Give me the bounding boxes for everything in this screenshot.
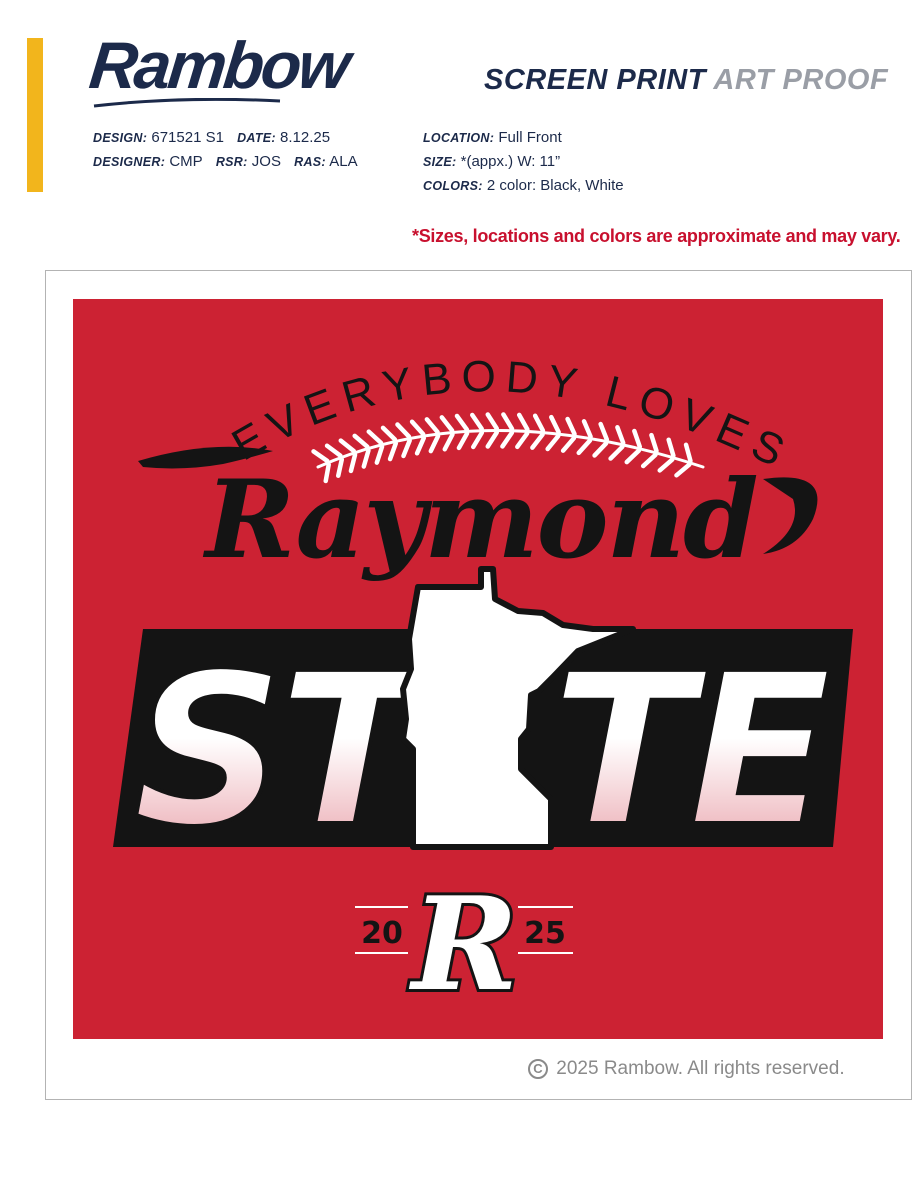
stitch-mark	[470, 412, 484, 431]
stitch-mark	[442, 432, 455, 452]
stitch-mark	[581, 419, 593, 439]
disclaimer-text: *Sizes, locations and colors are approxi…	[412, 226, 901, 246]
stitch-mark	[500, 430, 515, 449]
monogram-r: R	[409, 870, 518, 1020]
stitch-mark	[501, 412, 515, 431]
copyright-icon: C	[528, 1059, 548, 1079]
script-raymond: Raymond	[202, 457, 757, 583]
stitch-mark	[485, 412, 499, 431]
stitch-mark	[516, 412, 530, 432]
year-left: 20	[361, 916, 403, 951]
stitch-mark	[454, 413, 470, 432]
script-tail	[763, 477, 818, 554]
colors-value: 2 color: Black, White	[486, 177, 624, 194]
stitch-mark	[401, 438, 412, 459]
rambow-logo: Rambow	[86, 28, 351, 102]
block-letters-te: TE	[551, 628, 829, 873]
designer-value: CMP	[169, 153, 203, 170]
stitch-mark	[485, 430, 499, 449]
stitch-mark	[439, 415, 455, 433]
meta-row-design: DESIGN: 671521 S1 DATE: 8.12.25	[93, 126, 367, 150]
meta-row-location: LOCATION: Full Front	[423, 126, 633, 150]
design-value: 671521 S1	[151, 129, 224, 146]
stitch-mark	[456, 431, 470, 451]
stitch-mark	[615, 425, 626, 446]
location-value: Full Front	[498, 129, 562, 146]
stitch-mark	[666, 437, 676, 458]
stitch-mark	[565, 416, 577, 437]
stitch-mark	[549, 414, 561, 435]
stitch-mark	[324, 443, 343, 458]
artwork: EVERYBODY LOVES Raymond ST TE 20 25 R	[73, 299, 883, 1039]
stitch-mark	[409, 419, 426, 437]
stitch-mark	[632, 428, 643, 449]
title-art-proof: ART PROOF	[713, 64, 889, 96]
stitch-mark	[560, 435, 577, 453]
meta-row-colors: COLORS: 2 color: Black, White	[423, 174, 633, 198]
design-label: DESIGN:	[93, 131, 148, 145]
year-right: 25	[524, 916, 566, 951]
stitch-mark	[470, 430, 485, 450]
stitch-mark	[338, 438, 357, 454]
document-title: SCREEN PRINT ART PROOF	[484, 66, 888, 95]
stitch-mark	[530, 432, 545, 450]
artwork-graphic: EVERYBODY LOVES Raymond ST TE 20 25 R	[113, 352, 853, 1023]
size-label: SIZE:	[423, 155, 457, 169]
meta-right: LOCATION: Full Front SIZE: *(appx.) W: 1…	[423, 126, 633, 198]
stitch-mark	[424, 417, 440, 435]
stitch-mark	[576, 438, 593, 456]
stitch-mark	[532, 413, 546, 433]
date-value: 8.12.25	[280, 129, 331, 146]
stitch-mark	[515, 431, 530, 450]
rsr-value: JOS	[251, 153, 281, 170]
ras-label: RAS:	[294, 155, 326, 169]
ras-value: ALA	[329, 153, 358, 170]
logo-swoosh	[93, 98, 281, 108]
date-label: DATE:	[237, 131, 276, 145]
stitch-mark	[414, 435, 427, 456]
stitch-mark	[366, 429, 384, 446]
stitch-mark	[352, 433, 370, 449]
copyright-text: C 2025 Rambow. All rights reserved.	[528, 1058, 845, 1080]
rsr-label: RSR:	[215, 155, 248, 169]
block-letters-st: ST	[133, 628, 436, 873]
meta-left: DESIGN: 671521 S1 DATE: 8.12.25 DESIGNER…	[93, 126, 367, 174]
stitch-mark	[428, 433, 441, 454]
stitch-mark	[598, 421, 610, 442]
title-screen-print: SCREEN PRINT	[484, 64, 706, 96]
stitch-mark	[380, 425, 398, 442]
size-value: *(appx.) W: 11”	[460, 153, 561, 170]
accent-bar	[27, 38, 43, 192]
stitch-mark	[545, 433, 561, 452]
stitch-mark	[395, 422, 412, 439]
meta-row-size: SIZE: *(appx.) W: 11”	[423, 150, 633, 174]
copyright-label: 2025 Rambow. All rights reserved.	[556, 1058, 845, 1079]
location-label: LOCATION:	[423, 131, 495, 145]
meta-row-designer: DESIGNER: CMP RSR: JOS RAS: ALA	[93, 150, 367, 174]
designer-label: DESIGNER:	[93, 155, 166, 169]
stitch-mark	[592, 441, 609, 458]
stitch-mark	[649, 432, 659, 454]
colors-label: COLORS:	[423, 179, 483, 193]
